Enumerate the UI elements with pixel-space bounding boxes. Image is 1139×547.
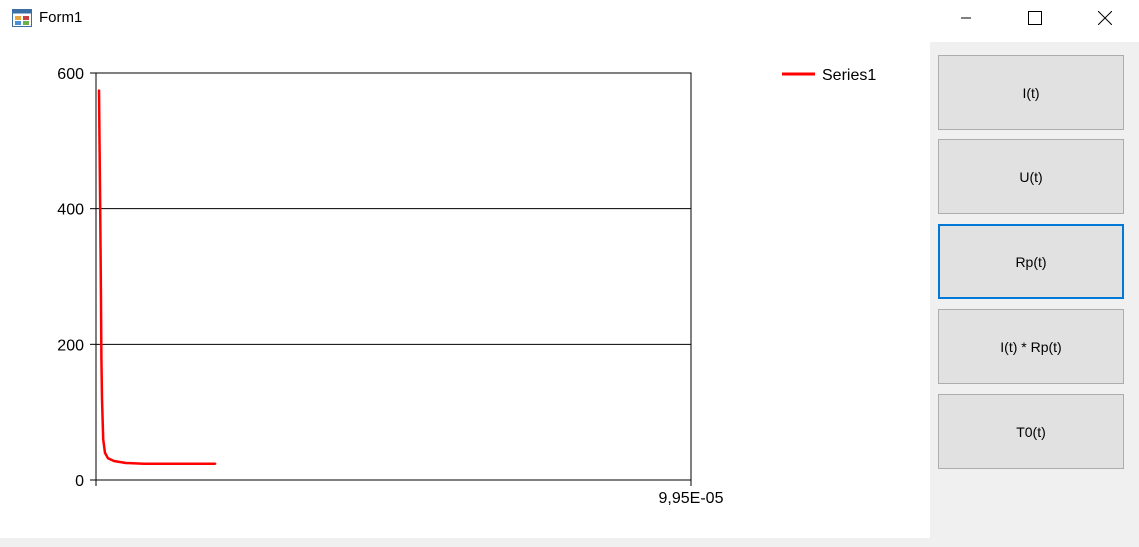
data-point xyxy=(98,89,100,91)
y-tick-label: 0 xyxy=(75,473,84,490)
data-point xyxy=(100,357,103,359)
window-title: Form1 xyxy=(39,9,83,26)
data-point xyxy=(99,275,102,278)
legend-label: Series1 xyxy=(822,67,876,84)
title-bar: Form1 xyxy=(0,0,1139,38)
rp-t-button[interactable]: Rp(t) xyxy=(938,224,1124,299)
series-line xyxy=(97,89,216,465)
i-t-button[interactable]: I(t) xyxy=(938,55,1124,130)
maximize-icon xyxy=(1028,11,1042,25)
plot-border xyxy=(95,72,692,481)
data-point xyxy=(101,397,103,400)
chart-control: 0 200 400 600 9,95E-05 Series1 xyxy=(0,42,930,538)
data-point xyxy=(102,438,104,441)
minimize-button[interactable] xyxy=(943,0,989,36)
u-t-button[interactable]: U(t) xyxy=(938,139,1124,214)
chart-svg: 0 200 400 600 9,95E-05 Series1 xyxy=(57,66,876,507)
y-tick-label: 600 xyxy=(57,66,84,83)
maximize-button[interactable] xyxy=(1012,0,1058,36)
t0-t-button[interactable]: T0(t) xyxy=(938,394,1124,469)
data-point xyxy=(214,462,217,465)
data-point xyxy=(143,462,145,465)
data-point xyxy=(113,460,115,462)
y-tick-label: 400 xyxy=(57,202,84,219)
x-tick-label: 9,95E-05 xyxy=(659,490,724,507)
data-point xyxy=(104,452,106,454)
data-point xyxy=(99,207,101,210)
data-point xyxy=(107,457,109,460)
close-icon xyxy=(1098,11,1112,25)
y-tick-label: 200 xyxy=(57,337,84,354)
form-client-area: 0 200 400 600 9,95E-05 Series1 I(t) U(t) Rp(t… xyxy=(0,42,1139,547)
i-t-times-rp-t-button[interactable]: I(t) * Rp(t) xyxy=(938,309,1124,384)
minimize-icon xyxy=(960,12,972,24)
form-app-icon xyxy=(12,9,32,27)
data-point xyxy=(166,462,169,465)
close-button[interactable] xyxy=(1082,0,1128,36)
data-point xyxy=(125,462,127,464)
